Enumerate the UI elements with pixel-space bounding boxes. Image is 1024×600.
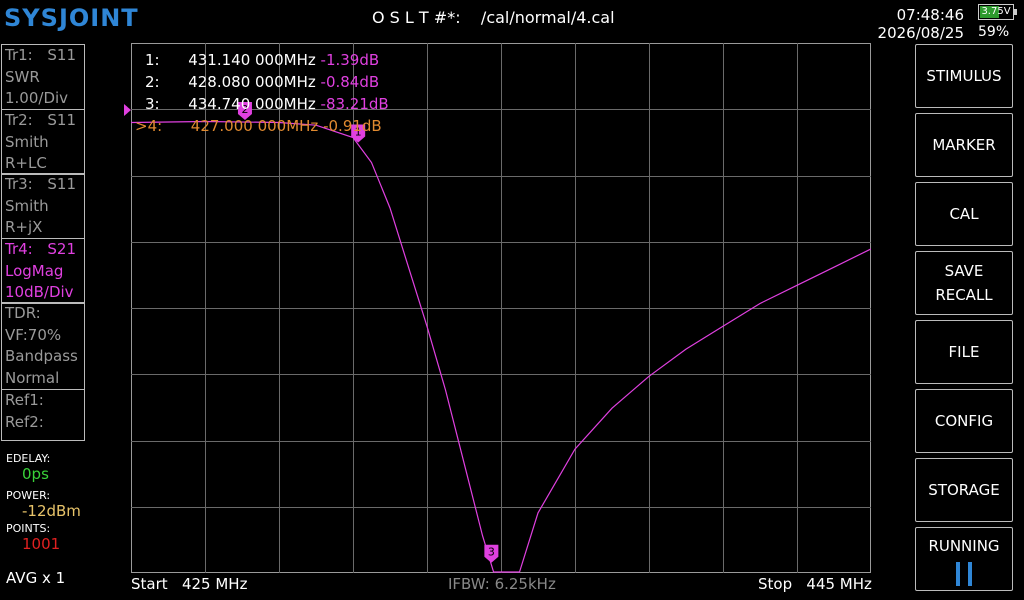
clock: 07:48:46 2026/08/25: [874, 6, 964, 42]
power-value[interactable]: -12dBm: [22, 502, 81, 520]
marker-1-readout: 1: 431.140 000MHz -1.39dB: [145, 51, 379, 69]
tdr-panel[interactable]: TDR: VF:70% Bandpass Normal: [1, 302, 85, 390]
marker-3-readout: 3: 434.740 000MHz -83.21dB: [145, 95, 389, 113]
marker-label: 1:: [145, 51, 160, 69]
file-button[interactable]: FILE: [915, 320, 1013, 384]
reference-panel[interactable]: Ref1: Ref2:: [1, 389, 85, 441]
marker-label: 2:: [145, 73, 160, 91]
marker-freq: 431.140 000MHz: [188, 51, 316, 69]
trace-param: S11: [47, 111, 76, 129]
trace-format: Smith: [5, 132, 49, 151]
trace-1-panel[interactable]: Tr1: S11 SWR 1.00/Div: [1, 44, 85, 110]
battery-icon: 3.75V: [978, 4, 1017, 20]
trace-name: Tr4:: [5, 240, 33, 258]
trace-format: SWR: [5, 67, 40, 86]
trace-4-panel[interactable]: Tr4: S21 LogMag 10dB/Div: [1, 238, 85, 304]
trace-format: LogMag: [5, 261, 64, 280]
points-label: POINTS:: [6, 522, 51, 535]
marker-value: -0.84dB: [320, 73, 380, 91]
trace-scale: 1.00/Div: [5, 89, 69, 107]
storage-button[interactable]: STORAGE: [915, 458, 1013, 522]
clock-date: 2026/08/25: [877, 24, 964, 42]
trace-name: Tr2:: [5, 111, 33, 129]
marker-value: -1.39dB: [320, 51, 380, 69]
trace-plot[interactable]: 123 1: 431.140 000MHz -1.39dB 2: 428.080…: [131, 43, 871, 573]
trace-2-panel[interactable]: Tr2: S11 Smith R+LC: [1, 109, 85, 175]
edelay-value[interactable]: 0ps: [22, 465, 49, 483]
calibration-file-title: O S L T #*: /cal/normal/4.cal: [372, 8, 615, 27]
tdr-window: Normal: [5, 368, 60, 387]
edelay-label: EDELAY:: [6, 452, 51, 465]
running-button[interactable]: RUNNING: [915, 527, 1013, 591]
stimulus-button[interactable]: STIMULUS: [915, 44, 1013, 108]
save-recall-button[interactable]: SAVE RECALL: [915, 251, 1013, 315]
brand-logo: SYSJOINT: [4, 4, 139, 32]
ref1-label: Ref1:: [5, 391, 44, 409]
marker-value: -83.21dB: [320, 95, 389, 113]
ref2-label: Ref2:: [5, 412, 44, 431]
tdr-title: TDR:: [5, 304, 41, 322]
marker-freq: 427.000 000MHz: [190, 117, 319, 135]
pause-icon: [956, 562, 972, 586]
trace-scale: R+jX: [5, 218, 43, 236]
running-label: RUNNING: [928, 537, 1000, 555]
ifbw-value[interactable]: IFBW: 6.25kHz: [448, 575, 556, 593]
points-value[interactable]: 1001: [22, 535, 60, 553]
trace-scale: 10dB/Div: [5, 283, 74, 301]
svg-text:3: 3: [488, 546, 495, 559]
trace-name: Tr3:: [5, 175, 33, 193]
marker-2-readout: 2: 428.080 000MHz -0.84dB: [145, 73, 379, 91]
trace-format: Smith: [5, 196, 49, 215]
trace-3-panel[interactable]: Tr3: S11 Smith R+jX: [1, 173, 85, 239]
stop-frequency[interactable]: Stop 445 MHz: [758, 575, 872, 593]
marker-button[interactable]: MARKER: [915, 113, 1013, 177]
reference-level-arrow-icon: [124, 104, 131, 116]
marker-3-flag[interactable]: 3: [484, 544, 499, 563]
battery-voltage: 3.75V: [981, 6, 1011, 17]
trace-param: S11: [47, 175, 76, 193]
tdr-vf: VF:70%: [5, 325, 62, 344]
averaging-count[interactable]: AVG x 1: [6, 569, 65, 587]
tdr-mode: Bandpass: [5, 347, 78, 365]
marker-label: >4:: [135, 117, 163, 135]
start-frequency[interactable]: Start 425 MHz: [131, 575, 247, 593]
config-button[interactable]: CONFIG: [915, 389, 1013, 453]
power-label: POWER:: [6, 489, 51, 502]
trace-name: Tr1:: [5, 46, 33, 64]
marker-label: 3:: [145, 95, 160, 113]
trace-param: S11: [47, 46, 76, 64]
cal-button[interactable]: CAL: [915, 182, 1013, 246]
battery-percent: 59%: [978, 24, 1010, 40]
marker-4-readout: >4: 427.000 000MHz -0.91dB: [135, 117, 382, 135]
trace-param: S21: [47, 240, 76, 258]
trace-scale: R+LC: [5, 154, 47, 172]
marker-freq: 434.740 000MHz: [188, 95, 316, 113]
marker-value: -0.91dB: [323, 117, 382, 135]
marker-freq: 428.080 000MHz: [188, 73, 316, 91]
clock-time: 07:48:46: [896, 6, 964, 24]
